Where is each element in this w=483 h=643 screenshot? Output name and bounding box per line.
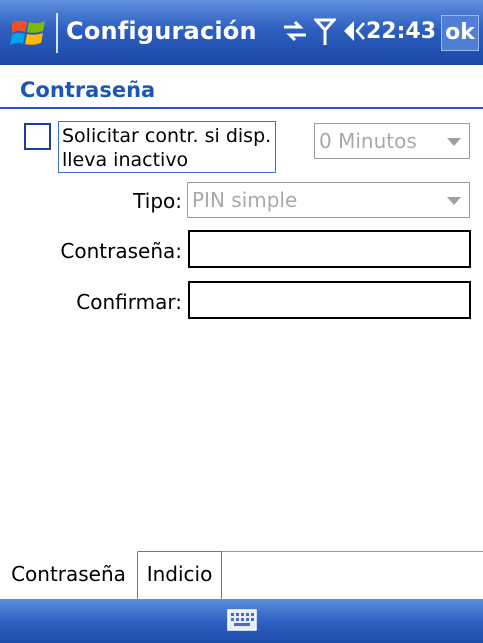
type-select[interactable]: PIN simple (187, 182, 470, 218)
tab-password[interactable]: Contraseña (0, 551, 138, 599)
password-label: Contraseña: (60, 239, 182, 263)
confirm-field[interactable] (188, 281, 471, 319)
confirm-label: Confirmar: (76, 290, 182, 314)
chevron-down-icon (447, 138, 461, 146)
app-title: Configuración (66, 17, 257, 45)
timeout-value: 0 Minutos (319, 129, 417, 153)
title-bar: Configuración 22:43 ok (0, 0, 483, 65)
menu-bar (0, 599, 483, 643)
tab-strip: Contraseña Indicio (0, 551, 483, 600)
connectivity-icon[interactable] (280, 17, 310, 45)
type-value: PIN simple (192, 188, 298, 212)
title-separator (56, 13, 58, 53)
require-password-checkbox[interactable] (24, 123, 51, 150)
volume-icon[interactable] (342, 17, 366, 45)
windows-start-icon[interactable] (10, 15, 48, 51)
header-divider (0, 107, 483, 109)
ok-button[interactable]: ok (441, 15, 479, 51)
keyboard-icon[interactable] (227, 609, 257, 631)
page-title: Contraseña (20, 78, 156, 102)
signal-icon[interactable] (314, 17, 336, 47)
clock[interactable]: 22:43 (366, 19, 436, 44)
type-label: Tipo: (133, 189, 182, 213)
timeout-select[interactable]: 0 Minutos (314, 123, 470, 159)
require-password-label[interactable]: Solicitar contr. si disp. lleva inactivo (58, 121, 276, 173)
password-field[interactable] (188, 230, 471, 268)
chevron-down-icon (447, 197, 461, 205)
tab-hint[interactable]: Indicio (138, 551, 222, 599)
